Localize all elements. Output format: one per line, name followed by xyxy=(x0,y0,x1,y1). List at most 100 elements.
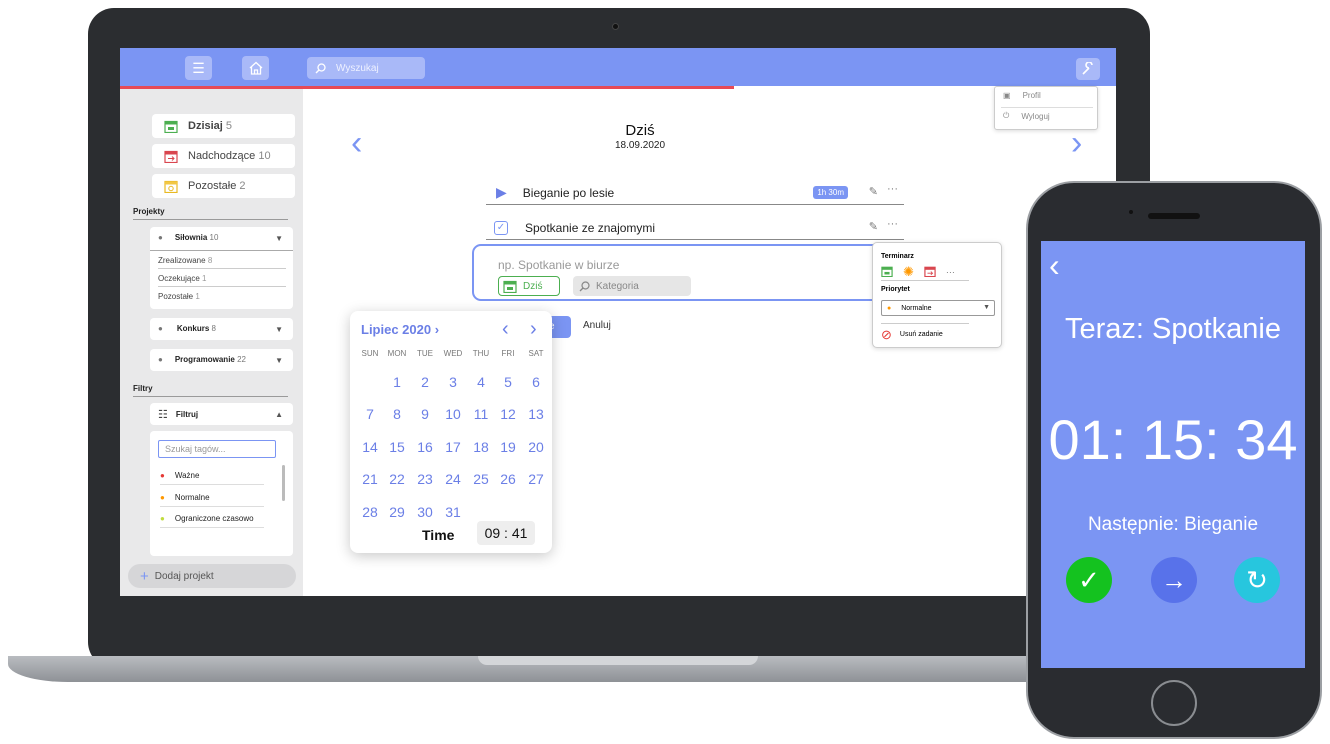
scrollbar[interactable] xyxy=(282,465,285,501)
restart-button[interactable]: ↻ xyxy=(1234,557,1280,603)
new-task-form: np. Spotkanie w biurze Dziś Kategoria xyxy=(472,244,882,301)
settings-button[interactable] xyxy=(1076,58,1100,80)
calendar-day[interactable]: 29 xyxy=(384,504,410,520)
expand-icon[interactable]: ▼ xyxy=(275,356,283,365)
calendar-day[interactable]: 19 xyxy=(495,439,521,455)
sub-item-pozostale[interactable]: Pozostałe 1 xyxy=(158,292,200,301)
cancel-button[interactable]: Anuluj xyxy=(583,320,611,331)
sidebar-item-upcoming[interactable]: Nadchodzące 10 xyxy=(152,144,295,168)
filter-toggle[interactable]: ☷ Filtruj ▲ xyxy=(150,403,293,425)
time-input[interactable]: 09 : 41 xyxy=(477,521,535,545)
home-icon xyxy=(249,61,262,75)
calendar-day[interactable]: 15 xyxy=(384,439,410,455)
prev-month-arrow[interactable]: ‹ xyxy=(502,318,509,341)
more-icon[interactable]: ··· xyxy=(887,218,898,230)
tag-search-input[interactable]: Szukaj tagów... xyxy=(158,440,276,458)
project-name: Programowanie xyxy=(174,355,235,364)
calendar-day[interactable]: 2 xyxy=(412,374,438,390)
bullet-icon: ● xyxy=(158,233,163,242)
home-button[interactable] xyxy=(1151,680,1197,726)
calendar-day[interactable]: 4 xyxy=(468,374,494,390)
calendar-upcoming-icon[interactable] xyxy=(924,266,936,277)
back-arrow[interactable]: ‹ xyxy=(1049,245,1060,285)
task-row[interactable]: ▶ Bieganie po lesie 1h 30m ✎ ··· xyxy=(486,181,904,205)
calendar-day[interactable]: 20 xyxy=(523,439,549,455)
logout-menu-item[interactable]: ⏻ Wyloguj xyxy=(1003,111,1050,121)
calendar-day[interactable]: 11 xyxy=(468,406,494,422)
calendar-day[interactable]: 8 xyxy=(384,406,410,422)
weekday-label: WED xyxy=(443,349,463,358)
calendar-day[interactable]: 6 xyxy=(523,374,549,390)
calendar-day[interactable]: 21 xyxy=(357,471,383,487)
calendar-day[interactable]: 9 xyxy=(412,406,438,422)
next-day-arrow[interactable]: › xyxy=(1071,126,1082,160)
skip-button[interactable]: → xyxy=(1151,557,1197,603)
calendar-day[interactable]: 17 xyxy=(440,439,466,455)
calendar-day[interactable]: 25 xyxy=(468,471,494,487)
next-month-arrow[interactable]: › xyxy=(530,318,537,341)
calendar-day[interactable]: 10 xyxy=(440,406,466,422)
phone-camera xyxy=(1129,210,1133,214)
dot-icon: ● xyxy=(160,471,165,480)
tag-item-wazne[interactable]: ● Ważne xyxy=(160,471,199,480)
calendar-day[interactable]: 13 xyxy=(523,406,549,422)
calendar-day[interactable]: 12 xyxy=(495,406,521,422)
calendar-today-icon xyxy=(503,280,517,293)
calendar-day[interactable]: 24 xyxy=(440,471,466,487)
complete-button[interactable]: ✓ xyxy=(1066,557,1112,603)
tag-item-ograniczone[interactable]: ● Ograniczone czasowo xyxy=(160,514,254,523)
sub-item-oczekujace[interactable]: Oczekujące 1 xyxy=(158,274,206,283)
task-options-popover: Terminarz ✺ ··· Priorytet ● Normalne ▼ ⊘… xyxy=(872,242,1002,348)
search-input[interactable]: Wyszukaj xyxy=(307,57,425,79)
profile-menu-item[interactable]: ▣ Profil xyxy=(1003,91,1041,100)
task-row[interactable]: ✓ Spotkanie ze znajomymi ✎ ··· xyxy=(486,216,904,240)
menu-button[interactable]: ☰ xyxy=(185,56,212,80)
top-bar: ☰ Wyszukaj xyxy=(120,48,1116,86)
search-icon xyxy=(579,280,590,291)
project-silownia-header[interactable]: ● Siłownia 10 xyxy=(158,233,218,242)
checkbox[interactable]: ✓ xyxy=(494,220,508,235)
countdown-timer: 01: 15: 34 xyxy=(1048,408,1298,471)
calendar-day[interactable]: 27 xyxy=(523,471,549,487)
add-project-button[interactable]: + Dodaj projekt xyxy=(128,564,296,588)
calendar-day[interactable]: 18 xyxy=(468,439,494,455)
calendar-day[interactable]: 28 xyxy=(357,504,383,520)
priority-select[interactable]: ● Normalne ▼ xyxy=(881,300,995,316)
calendar-day[interactable]: 3 xyxy=(440,374,466,390)
calendar-day[interactable]: 5 xyxy=(495,374,521,390)
sub-count: 8 xyxy=(207,256,213,265)
calendar-day[interactable]: 23 xyxy=(412,471,438,487)
calendar-day[interactable]: 7 xyxy=(357,406,383,422)
sun-icon[interactable]: ✺ xyxy=(903,265,914,278)
previous-day-arrow[interactable]: ‹ xyxy=(351,126,362,160)
more-icon[interactable]: ··· xyxy=(887,183,898,195)
calendar-day[interactable]: 30 xyxy=(412,504,438,520)
collapse-icon[interactable]: ▼ xyxy=(275,234,283,243)
calendar-day[interactable]: 26 xyxy=(495,471,521,487)
tag-item-normalne[interactable]: ● Normalne xyxy=(160,493,210,502)
calendar-day[interactable]: 22 xyxy=(384,471,410,487)
calendar-day[interactable]: 14 xyxy=(357,439,383,455)
project-konkurs[interactable]: ● Konkurs 8 ▼ xyxy=(150,318,293,340)
calendar-day[interactable]: 31 xyxy=(440,504,466,520)
expand-icon[interactable]: ▼ xyxy=(275,325,283,334)
month-selector[interactable]: Lipiec 2020 › xyxy=(361,322,439,337)
calendar-day[interactable]: 1 xyxy=(384,374,410,390)
project-programowanie[interactable]: ● Programowanie 22 ▼ xyxy=(150,349,293,371)
more-icon[interactable]: ··· xyxy=(946,267,955,277)
edit-icon[interactable]: ✎ xyxy=(869,220,878,233)
task-title-input[interactable]: np. Spotkanie w biurze xyxy=(498,258,619,272)
calendar-day[interactable]: 16 xyxy=(412,439,438,455)
delete-task-item[interactable]: ⊘ Usuń zadanie xyxy=(881,328,943,341)
calendar-today-icon[interactable] xyxy=(881,266,893,277)
sidebar-item-other[interactable]: Pozostałe 2 xyxy=(152,174,295,198)
sidebar-item-today[interactable]: Dzisiaj 5 xyxy=(152,114,295,138)
date-chip[interactable]: Dziś xyxy=(498,276,560,296)
project-count: 8 xyxy=(211,324,216,333)
weekday-label: SUN xyxy=(361,349,379,358)
category-input[interactable]: Kategoria xyxy=(573,276,691,296)
sub-item-zrealizowane[interactable]: Zrealizowane 8 xyxy=(158,256,212,265)
play-icon[interactable]: ▶ xyxy=(496,184,507,201)
home-button[interactable] xyxy=(242,56,269,80)
edit-icon[interactable]: ✎ xyxy=(869,185,878,198)
